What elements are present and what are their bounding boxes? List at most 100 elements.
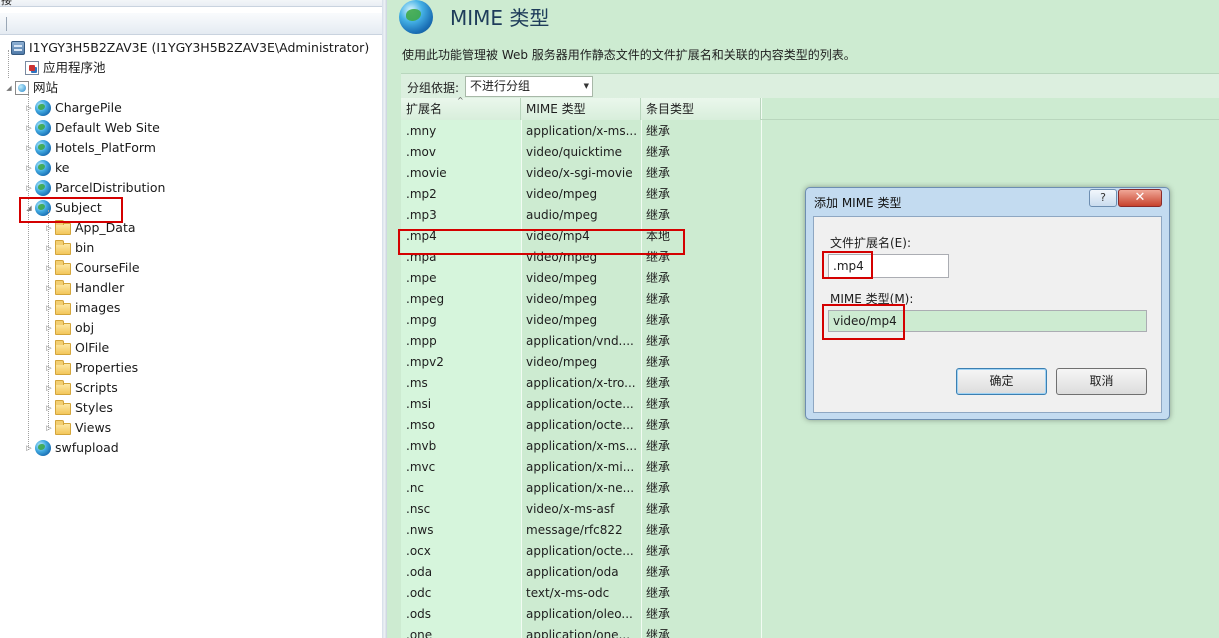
tree-item-app-pools[interactable]: 应用程序池	[14, 58, 106, 78]
connections-toolbar	[0, 13, 382, 35]
tree-item-server[interactable]: I1YGY3H5B2ZAV3E (I1YGY3H5B2ZAV3E\Adminis…	[0, 38, 369, 58]
tree-item-folder[interactable]: ▷ Styles	[44, 398, 113, 418]
tree-item-site[interactable]: ▷ swfupload	[24, 438, 119, 458]
mime-type-cell: application/octe...	[526, 544, 634, 558]
table-row[interactable]: .nc application/x-ne... 继承	[401, 478, 1219, 499]
table-row[interactable]: .nws message/rfc822 继承	[401, 520, 1219, 541]
page-title: MIME 类型	[450, 6, 550, 30]
expand-arrow-icon[interactable]: ▷	[44, 238, 54, 258]
collapse-arrow-icon[interactable]: ◢	[4, 78, 14, 98]
sites-icon	[15, 81, 29, 95]
tree-item-folder[interactable]: ▷ App_Data	[44, 218, 136, 238]
tree-item-label: Scripts	[75, 380, 118, 395]
extension-field[interactable]: .mp4	[828, 254, 949, 278]
entry-type-cell: 继承	[646, 292, 671, 306]
table-row[interactable]: .mvb application/x-ms... 继承	[401, 436, 1219, 457]
tree-item-folder[interactable]: ▷ obj	[44, 318, 94, 338]
expand-arrow-icon[interactable]: ▷	[44, 258, 54, 278]
extension-label: 文件扩展名(E):	[830, 236, 911, 250]
expand-arrow-icon[interactable]: ▷	[24, 138, 34, 158]
entry-type-cell: 继承	[646, 187, 671, 201]
tree-item-folder[interactable]: ▷ CourseFile	[44, 258, 140, 278]
ok-button[interactable]: 确定	[956, 368, 1047, 395]
extension-cell: .mpe	[406, 271, 437, 285]
table-row[interactable]: .odc text/x-ms-odc 继承	[401, 583, 1219, 604]
tree-item-folder[interactable]: ▷ bin	[44, 238, 94, 258]
folder-icon	[55, 340, 71, 355]
mime-type-cell: application/oleo...	[526, 607, 633, 621]
expand-arrow-icon[interactable]: ▷	[44, 378, 54, 398]
table-row[interactable]: .ods application/oleo... 继承	[401, 604, 1219, 625]
folder-icon	[55, 240, 71, 255]
tree-item-sites[interactable]: ◢ 网站	[4, 78, 58, 98]
help-button[interactable]: ?	[1089, 189, 1117, 207]
globe-icon	[399, 0, 433, 34]
extension-cell: .mpp	[406, 334, 437, 348]
tree-item-folder[interactable]: ▷ Handler	[44, 278, 124, 298]
expand-arrow-icon[interactable]: ▷	[44, 278, 54, 298]
expand-arrow-icon[interactable]: ▷	[24, 158, 34, 178]
tree-item-folder[interactable]: ▷ Properties	[44, 358, 138, 378]
expand-arrow-icon[interactable]: ▷	[24, 178, 34, 198]
table-row[interactable]: .ocx application/octe... 继承	[401, 541, 1219, 562]
tree-item-site[interactable]: ▷ Default Web Site	[24, 118, 160, 138]
table-row[interactable]: .nsc video/x-ms-asf 继承	[401, 499, 1219, 520]
column-header-entry-type[interactable]: 条目类型	[641, 98, 761, 120]
expand-arrow-icon[interactable]: ▷	[44, 318, 54, 338]
tree-item-folder[interactable]: ▷ Scripts	[44, 378, 118, 398]
table-row[interactable]: .one application/one... 继承	[401, 625, 1219, 638]
mime-type-cell: application/x-ms...	[526, 124, 638, 138]
tree-item-folder[interactable]: ▷ Views	[44, 418, 111, 438]
tree-item-label: Styles	[75, 400, 113, 415]
collapse-arrow-icon[interactable]: ◢	[24, 198, 34, 218]
mime-type-cell: video/mp4	[526, 229, 590, 243]
table-row[interactable]: .mvc application/x-mi... 继承	[401, 457, 1219, 478]
tree-item-site[interactable]: ▷ ChargePile	[24, 98, 122, 118]
expand-arrow-icon[interactable]: ▷	[44, 398, 54, 418]
tree-item-label: Subject	[55, 200, 102, 215]
entry-type-cell: 继承	[646, 271, 671, 285]
mime-type-cell: application/x-tro...	[526, 376, 636, 390]
tree-item-folder[interactable]: ▷ images	[44, 298, 120, 318]
expand-arrow-icon[interactable]: ▷	[44, 298, 54, 318]
tree-item-site[interactable]: ▷ Hotels_PlatForm	[24, 138, 156, 158]
extension-cell: .mpa	[406, 250, 437, 264]
entry-type-cell: 继承	[646, 355, 671, 369]
table-row[interactable]: .mov video/quicktime 继承	[401, 142, 1219, 163]
globe-icon	[35, 160, 51, 176]
extension-cell: .mp4	[406, 229, 437, 243]
mime-type-cell: video/x-sgi-movie	[526, 166, 633, 180]
expand-arrow-icon[interactable]: ▷	[24, 118, 34, 138]
column-header-mime-type[interactable]: MIME 类型	[521, 98, 641, 120]
mime-type-field[interactable]: video/mp4	[828, 310, 1147, 332]
extension-cell: .ms	[406, 376, 428, 390]
expand-arrow-icon[interactable]: ▷	[44, 418, 54, 438]
tree-item-site[interactable]: ▷ ParcelDistribution	[24, 178, 165, 198]
cancel-button[interactable]: 取消	[1056, 368, 1147, 395]
entry-type-cell: 继承	[646, 502, 671, 516]
folder-icon	[55, 300, 71, 315]
expand-arrow-icon[interactable]: ▷	[24, 438, 34, 458]
extension-cell: .mov	[406, 145, 436, 159]
extension-cell: .ocx	[406, 544, 431, 558]
globe-icon	[35, 140, 51, 156]
column-header-extension[interactable]: 扩展名 ^	[401, 96, 521, 120]
tree-item-site-subject[interactable]: ◢ Subject	[24, 198, 102, 218]
table-row[interactable]: .movie video/x-sgi-movie 继承	[401, 163, 1219, 184]
tree-item-site[interactable]: ▷ ke	[24, 158, 69, 178]
extension-cell: .mp3	[406, 208, 437, 222]
tree-item-label: swfupload	[55, 440, 119, 455]
close-button[interactable]: ✕	[1118, 189, 1162, 207]
table-row[interactable]: .mny application/x-ms... 继承	[401, 121, 1219, 142]
entry-type-cell: 继承	[646, 124, 671, 138]
mime-type-cell: text/x-ms-odc	[526, 586, 610, 600]
expand-arrow-icon[interactable]: ▷	[44, 358, 54, 378]
tree-item-folder[interactable]: ▷ OlFile	[44, 338, 109, 358]
expand-arrow-icon[interactable]: ▷	[44, 218, 54, 238]
table-row[interactable]: .oda application/oda 继承	[401, 562, 1219, 583]
expand-arrow-icon[interactable]: ▷	[44, 338, 54, 358]
group-by-select[interactable]: 不进行分组 ▼	[465, 76, 593, 97]
extension-cell: .oda	[406, 565, 433, 579]
group-by-value: 不进行分组	[470, 79, 531, 93]
expand-arrow-icon[interactable]: ▷	[24, 98, 34, 118]
